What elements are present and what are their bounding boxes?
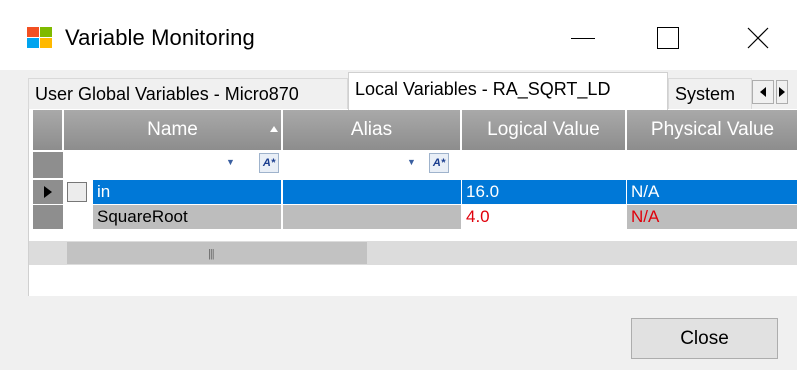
column-header-alias[interactable]: Alias bbox=[283, 110, 461, 150]
row-checkbox[interactable] bbox=[67, 182, 87, 202]
column-header-label: Physical Value bbox=[650, 119, 775, 140]
cell-physical-value[interactable]: N/A bbox=[627, 205, 797, 229]
filter-row-header bbox=[33, 152, 63, 178]
row-header-current[interactable] bbox=[33, 180, 63, 204]
horizontal-scrollbar[interactable]: ||| bbox=[29, 241, 797, 265]
column-header-logical-value[interactable]: Logical Value bbox=[462, 110, 626, 150]
variables-grid: Name Alias Logical Value Physical Value … bbox=[28, 109, 797, 296]
tab-system[interactable]: System bbox=[668, 78, 752, 109]
scrollbar-thumb[interactable]: ||| bbox=[67, 242, 367, 264]
cell-alias[interactable] bbox=[283, 180, 461, 204]
close-button[interactable]: Close bbox=[631, 318, 778, 359]
column-header-label: Name bbox=[147, 119, 198, 140]
filter-dropdown-icon[interactable]: ▼ bbox=[226, 157, 235, 167]
app-icon bbox=[27, 27, 52, 48]
tab-label: User Global Variables - Micro870 bbox=[35, 84, 299, 104]
maximize-button[interactable] bbox=[640, 14, 696, 62]
cell-physical-value[interactable]: N/A bbox=[627, 180, 797, 204]
tab-scroll-left-button[interactable] bbox=[752, 80, 774, 104]
close-window-button[interactable] bbox=[730, 14, 786, 62]
tab-user-global-variables[interactable]: User Global Variables - Micro870 bbox=[28, 78, 348, 109]
cell-logical-value[interactable]: 4.0 bbox=[462, 205, 626, 229]
minimize-button[interactable] bbox=[555, 14, 611, 62]
tab-strip: User Global Variables - Micro870 Local V… bbox=[28, 70, 797, 110]
dialog-body: User Global Variables - Micro870 Local V… bbox=[0, 70, 797, 370]
scrollbar-grip-icon: ||| bbox=[208, 248, 215, 260]
tab-label: Local Variables - RA_SQRT_LD bbox=[355, 79, 611, 99]
current-row-indicator-icon bbox=[44, 186, 52, 198]
filter-dropdown-icon[interactable]: ▼ bbox=[407, 157, 416, 167]
left-arrow-icon bbox=[760, 87, 766, 97]
cell-name[interactable]: SquareRoot bbox=[93, 205, 281, 229]
alias-filter-cell[interactable]: ▼ A* bbox=[283, 151, 461, 178]
tab-local-variables[interactable]: Local Variables - RA_SQRT_LD bbox=[348, 72, 668, 110]
grid-corner-header bbox=[33, 110, 63, 150]
window-title: Variable Monitoring bbox=[65, 25, 255, 50]
column-header-name[interactable]: Name bbox=[64, 110, 282, 150]
cell-alias[interactable] bbox=[283, 205, 461, 229]
column-header-label: Logical Value bbox=[487, 119, 600, 140]
close-button-label: Close bbox=[680, 327, 729, 349]
name-filter-cell[interactable]: ▼ A* bbox=[64, 151, 282, 178]
title-bar: Variable Monitoring bbox=[0, 0, 797, 70]
maximize-icon bbox=[657, 27, 679, 49]
tab-label: System bbox=[675, 84, 736, 104]
cell-logical-value[interactable]: 16.0 bbox=[462, 180, 626, 204]
minimize-icon bbox=[571, 38, 595, 39]
tab-scroll-arrows bbox=[752, 80, 797, 106]
sort-ascending-icon bbox=[270, 126, 278, 132]
cell-name[interactable]: in bbox=[93, 180, 281, 204]
column-header-physical-value[interactable]: Physical Value bbox=[627, 110, 797, 150]
row-header[interactable] bbox=[33, 205, 63, 229]
right-arrow-icon bbox=[779, 87, 785, 97]
tab-scroll-right-button[interactable] bbox=[776, 80, 788, 104]
filter-options-icon[interactable]: A* bbox=[259, 153, 279, 173]
column-header-label: Alias bbox=[350, 119, 393, 140]
filter-options-icon[interactable]: A* bbox=[429, 153, 449, 173]
close-icon bbox=[747, 27, 769, 49]
